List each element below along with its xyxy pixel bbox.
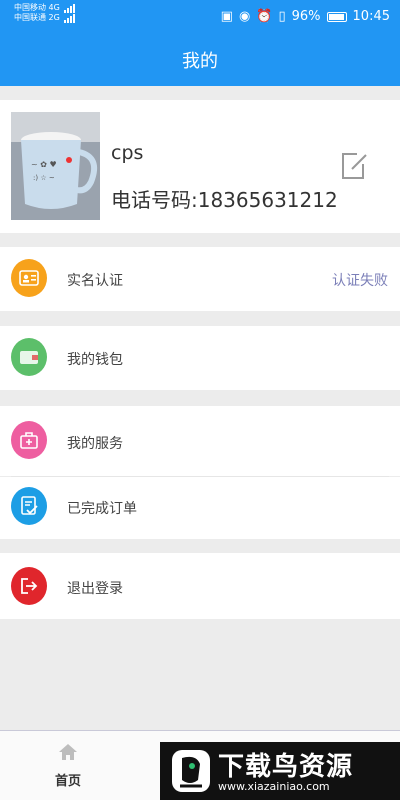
id-card-icon [11, 259, 47, 297]
network-1: 4G [48, 3, 60, 12]
edit-icon [342, 153, 367, 179]
vibrate-icon: ▯ [278, 9, 286, 24]
watermark-title: 下载鸟资源 [218, 752, 354, 782]
svg-text::) ☆ ~: :) ☆ ~ [33, 174, 55, 182]
menu-label: 我的服务 [67, 436, 123, 452]
user-name: cps [111, 142, 144, 164]
signal-icon [64, 3, 76, 13]
menu-item-orders[interactable]: 已完成订单 [0, 477, 400, 539]
battery-icon [326, 11, 347, 22]
page-title: 我的 [182, 51, 218, 72]
wallet-icon [11, 338, 47, 376]
edit-profile-button[interactable] [339, 150, 369, 182]
page-header: 我的 [0, 34, 400, 86]
menu-label: 退出登录 [67, 581, 123, 597]
menu-label: 我的钱包 [67, 352, 123, 368]
order-check-icon [11, 487, 47, 525]
user-phone: 电话号码:18365631212 [111, 188, 338, 212]
network-2: 2G [48, 13, 60, 22]
status-right: ▣ ◉ ⏰ ▯ 96% 10:45 [221, 9, 390, 24]
menu-label: 已完成订单 [67, 501, 137, 517]
svg-text:~ ✿ ♥: ~ ✿ ♥ [31, 160, 57, 169]
alarm-icon: ⏰ [256, 9, 273, 24]
carrier-2: 中国联通 [14, 13, 46, 22]
avatar[interactable]: ~ ✿ ♥ :) ☆ ~ [11, 112, 100, 220]
tab-home-label: 首页 [54, 774, 81, 789]
battery-percent: 96% [291, 9, 321, 24]
service-bag-icon [11, 421, 47, 459]
menu-item-verify[interactable]: 实名认证 认证失败 [0, 247, 400, 311]
carrier-info: 中国移动 4G 中国联通 2G [14, 3, 76, 23]
menu-label: 实名认证 [67, 273, 123, 289]
menu-item-service[interactable]: 我的服务 [0, 406, 400, 476]
signal-icon [64, 13, 76, 23]
menu-item-logout[interactable]: 退出登录 [0, 553, 400, 619]
nfc-icon: ▣ [220, 9, 233, 24]
eye-icon: ◉ [238, 9, 251, 24]
watermark: 下载鸟资源 www.xiazainiao.com [160, 742, 400, 800]
avatar-mug-photo: ~ ✿ ♥ :) ☆ ~ [11, 112, 100, 220]
status-bar: 中国移动 4G 中国联通 2G ▣ ◉ ⏰ ▯ 96% 10:45 [0, 0, 400, 34]
home-icon [59, 744, 77, 760]
logout-icon [11, 567, 47, 605]
watermark-url: www.xiazainiao.com [218, 780, 330, 793]
tab-home[interactable]: 首页 [40, 742, 96, 789]
menu-item-wallet[interactable]: 我的钱包 [0, 326, 400, 390]
verify-status: 认证失败 [332, 273, 388, 289]
clock: 10:45 [352, 9, 390, 24]
bird-logo-icon [172, 750, 210, 792]
carrier-1: 中国移动 [14, 3, 46, 12]
